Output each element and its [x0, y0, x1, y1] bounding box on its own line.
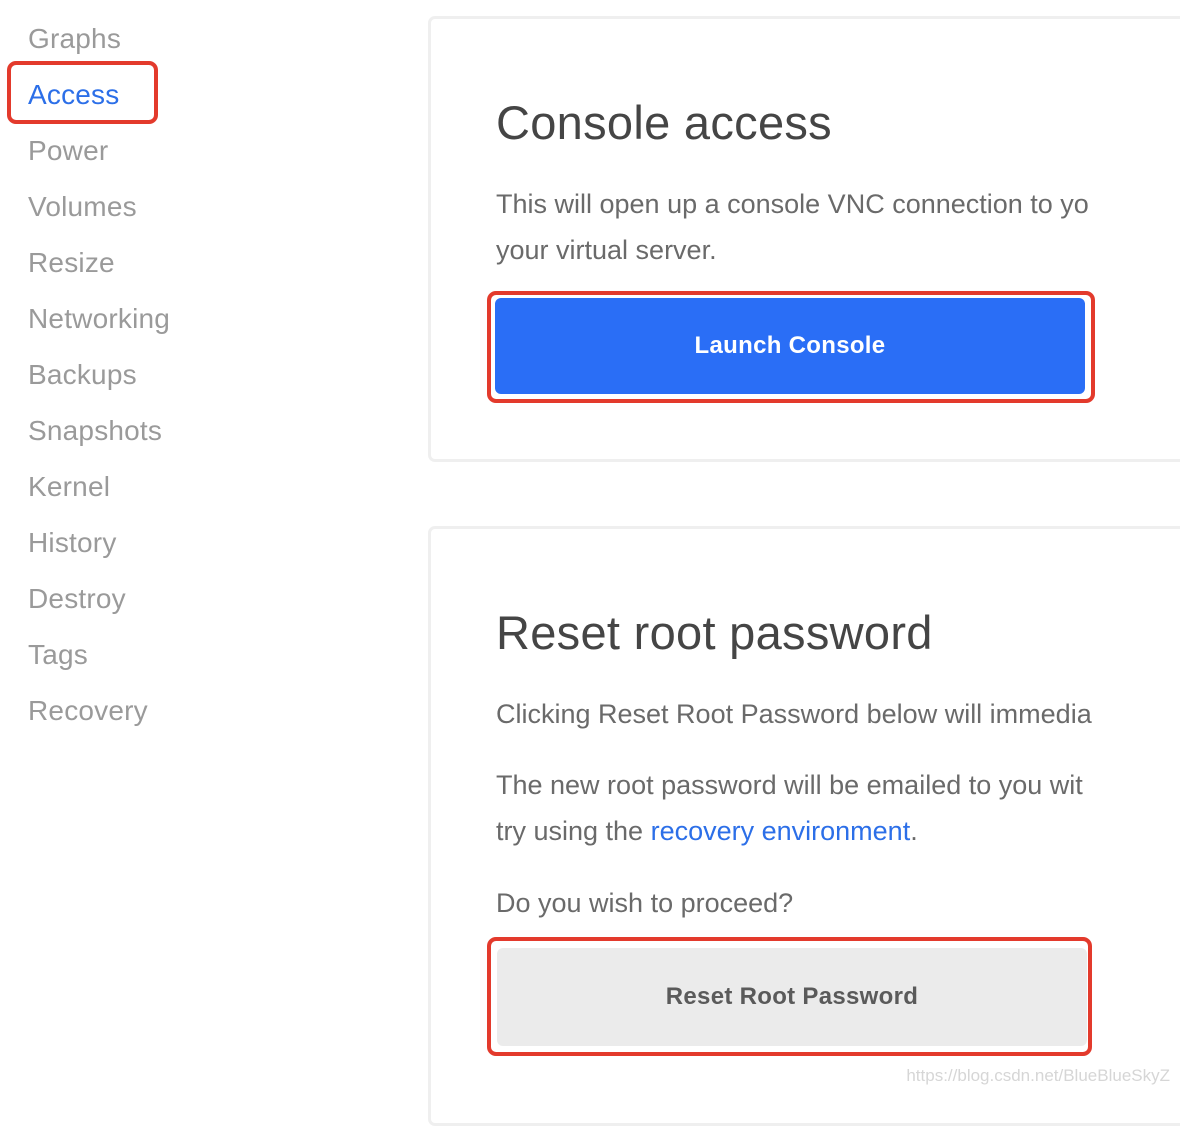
- reset-root-password-title: Reset root password: [496, 606, 933, 659]
- sidebar-item-power[interactable]: Power: [28, 133, 108, 169]
- sidebar-item-tags[interactable]: Tags: [28, 637, 88, 673]
- proceed-question: Do you wish to proceed?: [496, 888, 794, 918]
- sidebar-item-backups[interactable]: Backups: [28, 357, 137, 393]
- reset-description-paragraph2-line1: The new root password will be emailed to…: [496, 770, 1083, 800]
- watermark-text: https://blog.csdn.net/BlueBlueSkyZ: [906, 1066, 1170, 1085]
- recovery-environment-link[interactable]: recovery environment: [651, 816, 911, 846]
- sidebar-item-volumes[interactable]: Volumes: [28, 189, 137, 225]
- sidebar-item-access[interactable]: Access: [28, 77, 119, 113]
- console-access-description-line2: your virtual server.: [496, 235, 717, 265]
- sidebar-item-networking[interactable]: Networking: [28, 301, 170, 337]
- sidebar-item-destroy[interactable]: Destroy: [28, 581, 126, 617]
- sidebar-item-recovery[interactable]: Recovery: [28, 693, 148, 729]
- reset-root-password-button[interactable]: Reset Root Password: [497, 948, 1087, 1046]
- sidebar-item-snapshots[interactable]: Snapshots: [28, 413, 162, 449]
- sidebar-item-resize[interactable]: Resize: [28, 245, 115, 281]
- sidebar-item-history[interactable]: History: [28, 525, 117, 561]
- paragraph2-suffix: .: [910, 816, 918, 846]
- console-access-card: Console access This will open up a conso…: [428, 16, 1180, 462]
- sidebar-item-kernel[interactable]: Kernel: [28, 469, 110, 505]
- paragraph2-prefix: try using the: [496, 816, 651, 846]
- console-access-title: Console access: [496, 96, 832, 149]
- reset-description-paragraph1: Clicking Reset Root Password below will …: [496, 699, 1092, 729]
- sidebar-item-graphs[interactable]: Graphs: [28, 21, 121, 57]
- launch-console-button[interactable]: Launch Console: [495, 298, 1085, 394]
- reset-description-paragraph2-line2: try using the recovery environment.: [496, 808, 918, 854]
- console-access-description-line1: This will open up a console VNC connecti…: [496, 189, 1089, 219]
